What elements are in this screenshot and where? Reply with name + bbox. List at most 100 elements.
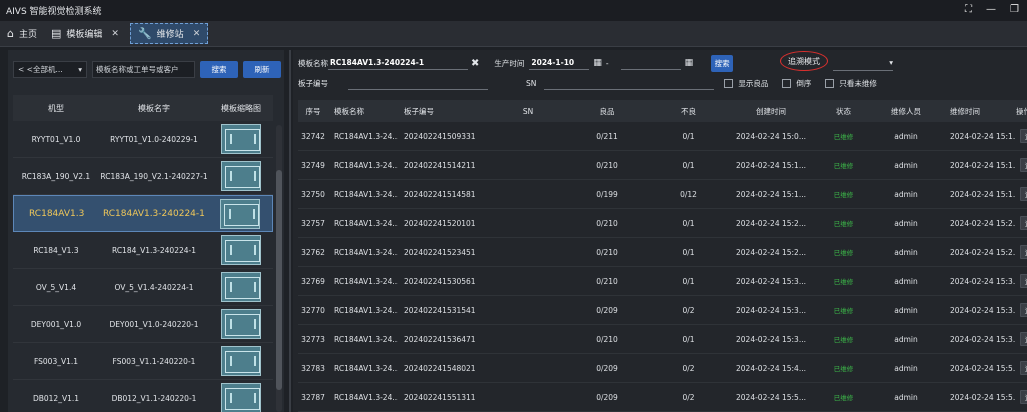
mode-select[interactable]: ▾ — [833, 55, 893, 71]
template-row[interactable]: DEY001_V1.0 DEY001_V1.0-240220-1 — [13, 306, 273, 343]
col-model: 机型 — [48, 103, 64, 113]
record-created: 2024-02-24 15:4... — [736, 363, 806, 373]
category-select[interactable]: < <全部机... ▾ — [13, 60, 87, 78]
table-row[interactable]: 32773 RC184AV1.3-24... 202402241536471 0/21… — [298, 325, 1027, 354]
col-repairer: 维修人员 — [891, 106, 921, 116]
record-id: 32742 — [301, 131, 325, 141]
template-model: RC184_V1.3 — [33, 245, 79, 255]
trace-button[interactable]: 追溯 — [1020, 245, 1027, 259]
title-bar: AIVS 智能视觉检测系统 ⛶ — ❐ — [0, 0, 1027, 21]
table-row[interactable]: 32757 RC184AV1.3-24... 202402241520101 0/21… — [298, 209, 1027, 238]
record-repair-time: 2024-02-24 15:3... — [950, 276, 1016, 286]
template-name-input[interactable]: RC184AV1.3-240224-1 — [328, 56, 468, 70]
record-search-button[interactable]: 搜索 — [711, 54, 734, 72]
fullscreen-icon[interactable]: ⛶ — [965, 4, 972, 15]
trace-button[interactable]: 追溯 — [1020, 361, 1027, 375]
table-row[interactable]: 32749 RC184AV1.3-24... 202402241514211 0/21… — [298, 151, 1027, 180]
col-actions: 操作 — [1016, 106, 1027, 116]
template-thumbnail-cell — [209, 383, 273, 412]
template-name-value: RC184AV1.3-240224-1 — [330, 58, 425, 67]
repair-panel: 模板名称 RC184AV1.3-240224-1 ✖ 生产时间 2024-1-1… — [293, 50, 1027, 412]
refresh-button[interactable]: 刷新 — [243, 60, 281, 78]
record-actions: 追溯导出坐标 — [1016, 303, 1027, 317]
table-row[interactable]: 32770 RC184AV1.3-24... 202402241531541 0/20… — [298, 296, 1027, 325]
record-repairer: admin — [894, 247, 918, 257]
record-board-no: 202402241548021 — [404, 363, 476, 373]
only-unrepaired-checkbox[interactable] — [825, 78, 835, 88]
status-badge: 已维修 — [833, 249, 854, 257]
trace-button[interactable]: 追溯 — [1020, 390, 1027, 404]
trace-button[interactable]: 追溯 — [1020, 129, 1027, 143]
show-good-checkbox[interactable] — [724, 78, 734, 88]
tab-home[interactable]: ⌂ 主页 — [0, 21, 44, 46]
template-search-input[interactable]: 模板名称或工单号或客户 — [92, 60, 195, 78]
close-icon[interactable]: ✕ — [111, 29, 119, 39]
template-thumbnail-cell — [209, 309, 273, 339]
calendar-icon[interactable]: ▦ — [593, 58, 602, 68]
prod-time-start[interactable]: 2024-1-10 — [529, 56, 590, 70]
template-model: RYYT01_V1.0 — [31, 134, 81, 144]
prod-time-end[interactable] — [620, 56, 681, 70]
only-unrepaired-label: 只看未维修 — [839, 78, 877, 88]
status-badge: 已维修 — [833, 365, 854, 373]
trace-button[interactable]: 追溯 — [1020, 274, 1027, 288]
template-thumbnail — [221, 161, 261, 191]
calendar-icon[interactable]: ▦ — [685, 58, 694, 68]
prod-time-start-value: 2024-1-10 — [531, 58, 575, 67]
template-search-placeholder: 模板名称或工单号或客户 — [96, 64, 179, 74]
status-badge: 已维修 — [833, 278, 854, 286]
template-row[interactable]: DB012_V1.1 DB012_V1.1-240220-1 — [13, 380, 273, 412]
template-row[interactable]: FS003_V1.1 FS003_V1.1-240220-1 — [13, 343, 273, 380]
status-badge: 已维修 — [833, 133, 854, 141]
template-row[interactable]: RC183A_190_V2.1 RC183A_190_V2.1-240227-1 — [13, 158, 273, 195]
record-template-name: RC184AV1.3-24... — [334, 363, 398, 373]
template-scrollbar-thumb[interactable] — [276, 170, 282, 390]
table-row[interactable]: 32762 RC184AV1.3-24... 202402241523451 0/21… — [298, 238, 1027, 267]
table-row[interactable]: 32783 RC184AV1.3-24... 202402241548021 0/20… — [298, 354, 1027, 383]
template-row[interactable]: RYYT01_V1.0 RYYT01_V1.0-240229-1 — [13, 121, 273, 158]
record-actions: 追溯导出坐标 — [1016, 332, 1027, 346]
prod-time-label: 生产时间 — [494, 58, 525, 68]
template-thumbnail — [221, 346, 261, 376]
trace-button[interactable]: 追溯 — [1020, 158, 1027, 172]
table-row[interactable]: 32787 RC184AV1.3-24... 202402241551311 0/20… — [298, 383, 1027, 412]
record-actions: 追溯导出坐标 — [1016, 245, 1027, 259]
template-row[interactable]: RC184AV1.3 RC184AV1.3-240224-1 — [13, 195, 273, 232]
template-thumbnail — [221, 124, 261, 154]
template-row[interactable]: OV_5_V1.4 OV_5_V1.4-240224-1 — [13, 269, 273, 306]
template-scrollbar[interactable] — [276, 125, 282, 412]
sn-input[interactable] — [544, 76, 715, 90]
template-search-button[interactable]: 搜索 — [200, 60, 238, 78]
minimize-icon[interactable]: — — [986, 4, 996, 15]
table-row[interactable]: 32750 RC184AV1.3-24... 202402241514581 0/19… — [298, 180, 1027, 209]
board-no-input[interactable] — [348, 76, 488, 90]
record-board-no: 202402241551311 — [404, 392, 476, 402]
col-sn: SN — [522, 106, 534, 116]
template-model: DEY001_V1.0 — [30, 319, 82, 329]
record-good: 0/209 — [596, 305, 618, 315]
record-actions: 追溯导出坐标 — [1016, 187, 1027, 201]
template-model: RC183A_190_V2.1 — [21, 171, 91, 181]
template-thumbnail — [221, 235, 261, 265]
record-actions: 追溯导出坐标 — [1016, 158, 1027, 172]
restore-icon[interactable]: ❐ — [1010, 4, 1019, 15]
trace-button[interactable]: 追溯 — [1020, 187, 1027, 201]
clear-icon[interactable]: ✖ — [471, 58, 479, 69]
trace-button[interactable]: 追溯 — [1020, 303, 1027, 317]
tab-repair-station[interactable]: 🔧 维修站 ✕ — [129, 23, 209, 44]
close-icon[interactable]: ✕ — [193, 29, 201, 39]
reverse-checkbox[interactable] — [782, 78, 792, 88]
trace-button[interactable]: 追溯 — [1020, 216, 1027, 230]
category-select-value: < <全部机... — [18, 64, 63, 74]
panel-divider[interactable] — [289, 50, 291, 412]
chevron-down-icon: ▾ — [889, 58, 893, 67]
table-row[interactable]: 32742 RC184AV1.3-24... 202402241509331 0/21… — [298, 122, 1027, 151]
mode-select-annotated[interactable]: 追溯模式 — [780, 51, 828, 71]
tab-template-edit[interactable]: ▤ 模板编辑 ✕ — [44, 21, 126, 46]
record-board-no: 202402241530561 — [404, 276, 476, 286]
filter-row-2: 板子编号 SN 显示良品 倒序 只看未维修 — [298, 75, 898, 91]
record-bad: 0/2 — [682, 363, 695, 373]
trace-button[interactable]: 追溯 — [1020, 332, 1027, 346]
template-row[interactable]: RC184_V1.3 RC184_V1.3-240224-1 — [13, 232, 273, 269]
table-row[interactable]: 32769 RC184AV1.3-24... 202402241530561 0/21… — [298, 267, 1027, 296]
